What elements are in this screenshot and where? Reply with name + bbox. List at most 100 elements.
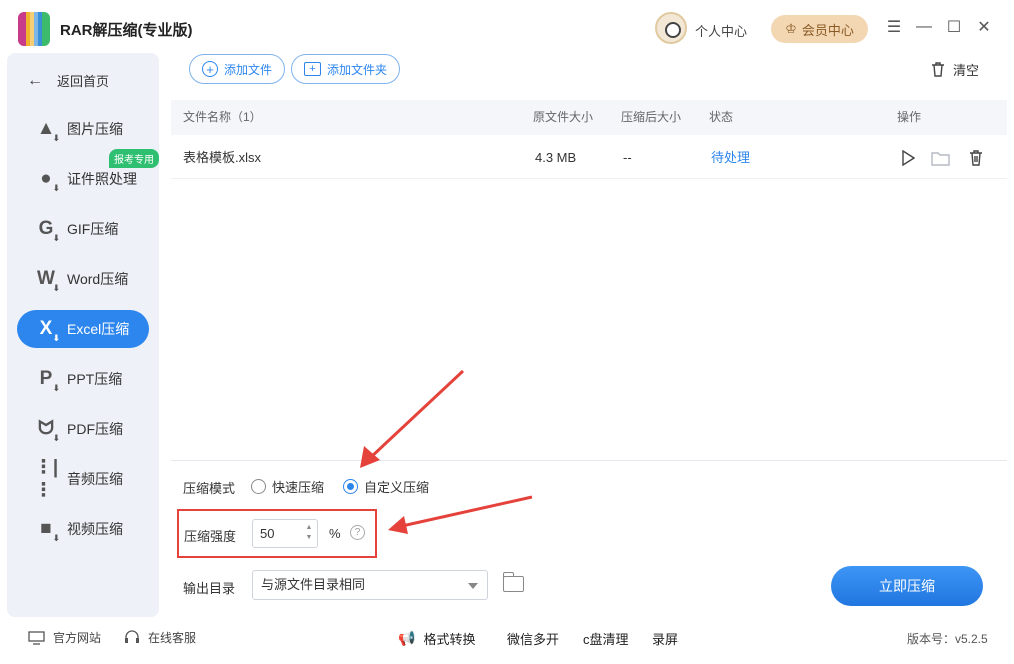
col-orig-size: 原文件大小 — [533, 110, 594, 124]
official-website-link[interactable]: 官方网站 — [28, 629, 101, 646]
ppt-compress-icon: P ⬇ — [39, 368, 60, 393]
table-row: 表格模板.xlsx 4.3 MB -- 待处理 — [171, 139, 1007, 179]
mode-custom-label: 自定义压缩 — [364, 480, 430, 495]
sidebar-item-pdf[interactable]: ᗢ ⬇ PDF压缩 — [17, 410, 149, 448]
col-file-name: 文件名称（1） — [183, 110, 262, 124]
format-convert-label: 格式转换 — [423, 632, 476, 647]
add-file-label: 添加文件 — [224, 62, 273, 77]
megaphone-icon: 📢 — [398, 630, 416, 646]
browse-folder-icon[interactable] — [503, 572, 524, 592]
mode-custom-radio[interactable]: 自定义压缩 — [343, 477, 429, 496]
clear-label: 清空 — [953, 63, 980, 78]
radio-unchecked-icon — [251, 479, 266, 494]
sidebar-item-id-photo[interactable]: ● ⬇ 证件照处理 — [17, 160, 149, 198]
format-convert-link[interactable]: 📢 格式转换 — [398, 629, 475, 648]
chevron-down-icon — [468, 583, 478, 589]
sidebar-item-label: 音频压缩 — [67, 471, 123, 487]
sidebar-item-ppt[interactable]: P ⬇ PPT压缩 — [17, 360, 149, 398]
row-orig-size: 4.3 MB — [535, 150, 577, 165]
arrow-to-custom-mode — [360, 369, 465, 468]
radio-checked-icon — [343, 479, 358, 494]
col-comp-size: 压缩后大小 — [621, 110, 682, 124]
word-compress-icon: W ⬇ — [37, 268, 60, 293]
output-dir-value: 与源文件目录相同 — [261, 577, 366, 592]
headset-icon — [125, 630, 139, 643]
user-center-link[interactable]: 个人中心 — [695, 21, 747, 40]
col-status: 状态 — [709, 110, 734, 124]
play-icon[interactable] — [898, 148, 918, 168]
add-folder-label: 添加文件夹 — [327, 62, 388, 77]
c-drive-clean-link[interactable]: c盘清理 — [583, 629, 629, 648]
add-file-button[interactable]: + 添加文件 — [189, 54, 286, 84]
online-support-label: 在线客服 — [148, 631, 197, 645]
row-status: 待处理 — [711, 150, 751, 165]
open-folder-icon[interactable] — [931, 148, 951, 168]
title-bar: RAR解压缩(专业版) 个人中心 ♔ 会员中心 ☰ — ☐ ✕ — [0, 0, 1014, 56]
app-logo-icon — [18, 12, 50, 46]
output-dir-select[interactable]: 与源文件目录相同 — [252, 570, 488, 600]
output-label: 输出目录 — [183, 581, 236, 596]
sidebar-item-word[interactable]: W ⬇ Word压缩 — [17, 260, 149, 298]
official-website-label: 官方网站 — [53, 631, 102, 645]
maximize-icon[interactable]: ☐ — [943, 16, 965, 38]
start-compress-button[interactable]: 立即压缩 — [831, 566, 983, 606]
pdf-compress-icon: ᗢ ⬇ — [38, 418, 60, 443]
audio-compress-icon: ⋮|⋮ — [33, 457, 59, 501]
sidebar-item-audio[interactable]: ⋮|⋮ 音频压缩 — [17, 457, 149, 501]
sidebar-item-label: Excel压缩 — [67, 321, 130, 337]
wechat-multi-link[interactable]: 微信多开 — [507, 629, 559, 648]
row-file-name: 表格模板.xlsx — [183, 150, 262, 165]
spinner-arrows-icon[interactable]: ▲ ▼ — [304, 523, 314, 543]
screen-record-link[interactable]: 录屏 — [652, 629, 678, 648]
sidebar-item-gif[interactable]: G ⬇ GIF压缩 — [17, 210, 149, 248]
sidebar-item-video[interactable]: ■ ⬇ 视频压缩 — [17, 510, 149, 548]
vip-center-button[interactable]: ♔ 会员中心 — [771, 15, 868, 43]
col-actions: 操作 — [897, 110, 922, 124]
sidebar: ← 返回首页 报考专用 ▲ ⬇ 图片压缩 ● ⬇ 证件照处理 G ⬇ GIF压缩 W ⬇… — [7, 53, 159, 617]
clear-button[interactable]: 清空 — [931, 60, 979, 79]
help-icon[interactable]: ? — [350, 525, 365, 540]
sidebar-item-label: PPT压缩 — [67, 371, 123, 387]
file-table-header: 文件名称（1） 原文件大小 压缩后大小 状态 操作 — [171, 100, 1007, 135]
sidebar-item-label: Word压缩 — [67, 271, 129, 287]
settings-divider — [171, 460, 1007, 461]
folder-plus-icon: + — [304, 62, 321, 76]
sidebar-item-label: 证件照处理 — [67, 171, 137, 187]
delete-icon[interactable] — [966, 148, 986, 168]
strength-value: 50 — [260, 526, 275, 541]
arrow-left-icon: ← — [27, 71, 43, 89]
mode-fast-label: 快速压缩 — [272, 480, 325, 495]
sidebar-item-excel[interactable]: X ⬇ Excel压缩 — [17, 310, 149, 348]
sidebar-item-label: 图片压缩 — [67, 121, 123, 137]
mode-fast-radio[interactable]: 快速压缩 — [251, 477, 324, 496]
strength-input[interactable]: 50 ▲ ▼ — [252, 519, 318, 548]
vip-crown-icon: ♔ — [785, 21, 797, 36]
online-support-link[interactable]: 在线客服 — [124, 629, 196, 646]
strength-label: 压缩强度 — [184, 529, 237, 544]
sidebar-item-image[interactable]: ▲ ⬇ 图片压缩 — [17, 110, 149, 148]
menu-icon[interactable]: ☰ — [883, 16, 905, 38]
user-avatar[interactable] — [655, 12, 687, 44]
plus-circle-icon: + — [202, 61, 218, 77]
app-title: RAR解压缩(专业版) — [60, 22, 193, 39]
video-compress-icon: ■ ⬇ — [40, 518, 60, 543]
row-comp-size: -- — [623, 150, 632, 165]
vip-center-label: 会员中心 — [801, 22, 854, 38]
sidebar-item-label: PDF压缩 — [67, 421, 123, 437]
version-label: 版本号：v5.2.5 — [907, 632, 988, 646]
id-photo-icon: ● ⬇ — [40, 168, 60, 193]
trash-icon — [932, 62, 944, 77]
sidebar-item-label: 视频压缩 — [67, 521, 123, 537]
back-home-label: 返回首页 — [57, 74, 110, 89]
excel-compress-icon: X ⬇ — [39, 318, 60, 343]
strength-unit: % — [329, 526, 341, 541]
back-home-button[interactable]: ← 返回首页 — [27, 71, 109, 90]
minimize-icon[interactable]: — — [913, 16, 935, 38]
close-icon[interactable]: ✕ — [973, 16, 995, 38]
sidebar-item-label: GIF压缩 — [67, 221, 119, 237]
add-folder-button[interactable]: + 添加文件夹 — [291, 54, 401, 84]
monitor-icon — [28, 630, 45, 645]
gif-compress-icon: G ⬇ — [38, 218, 60, 243]
arrow-to-strength — [388, 495, 533, 534]
mode-label: 压缩模式 — [183, 481, 236, 496]
